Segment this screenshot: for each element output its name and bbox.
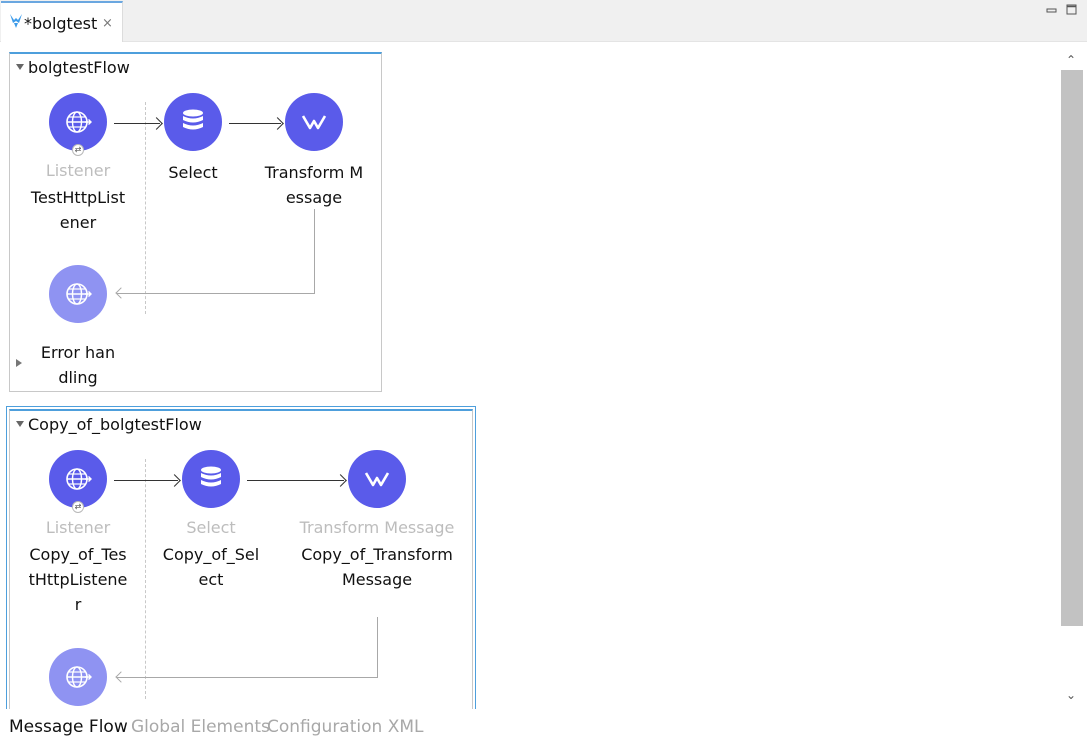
component-name-label: Copy_of_Transform Message [301,545,453,589]
message-flow-canvas[interactable]: bolgtestFlow ⇄ Listener TestHttpListener [0,43,1058,709]
tab-global-elements[interactable]: Global Elements [131,717,270,737]
flow-arrow [114,480,178,481]
source-divider [145,459,146,699]
scrollbar-thumb[interactable] [1061,70,1083,626]
flow-title: bolgtestFlow [28,58,130,77]
database-icon [201,466,221,487]
editor-tab-bolgtest[interactable]: *bolgtest × [1,1,123,42]
select-component[interactable] [182,450,240,508]
component-type-label: Select [186,518,236,537]
component-name-label: Transform Message [264,163,364,207]
component-type-label: Listener [45,161,111,180]
component-name-label: Select [168,163,218,182]
collapse-flow-icon[interactable] [16,421,24,427]
sync-badge-icon: ⇄ [72,501,84,513]
component-name-label: TestHttpListener [30,188,126,232]
maximize-icon[interactable] [1066,4,1078,16]
component-type-label: Listener [45,518,111,537]
tab-message-flow[interactable]: Message Flow [9,717,128,737]
flow-bolgtestFlow[interactable]: bolgtestFlow ⇄ Listener TestHttpListener [9,52,382,392]
expand-error-handling-icon[interactable] [16,359,22,367]
editor-tab-bar: *bolgtest × [0,0,1087,42]
flow-arrow [229,123,281,124]
response-arrow [117,293,315,294]
response-connector [377,617,378,677]
flow-Copy_of_bolgtestFlow[interactable]: Copy_of_bolgtestFlow ⇄ Listener Copy_of_… [6,406,476,709]
select-component[interactable] [164,93,222,151]
editor-bottom-tabs: Message Flow Global Elements Configurati… [0,709,1087,749]
minimize-icon[interactable] [1046,4,1058,16]
flow-title: Copy_of_bolgtestFlow [28,415,202,434]
globe-icon [66,283,92,305]
mule-icon [9,13,23,33]
globe-icon [66,111,92,133]
component-name-label: Copy_of_TestHttpListener [28,545,128,614]
response-connector [314,209,315,293]
collapse-flow-icon[interactable] [16,64,24,70]
sync-badge-icon: ⇄ [72,144,84,156]
response-arrow [117,677,378,678]
scroll-up-icon[interactable]: ⌃ [1066,53,1076,67]
component-type-label: Transform Message [299,518,455,537]
globe-icon [66,666,92,688]
globe-icon [66,468,92,490]
listener-response-component[interactable] [49,648,107,706]
transform-icon [301,115,327,130]
flow-arrow [247,480,344,481]
listener-response-component[interactable] [49,265,107,323]
error-handling-label[interactable]: Error handling [38,340,118,390]
component-name-label: Copy_of_Select [162,545,260,589]
listener-component[interactable] [49,93,107,151]
listener-component[interactable] [49,450,107,508]
database-icon [183,109,203,130]
editor-tab-title: *bolgtest [24,14,98,33]
scroll-down-icon[interactable]: ⌄ [1066,688,1076,702]
transform-message-component[interactable] [348,450,406,508]
flow-arrow [114,123,160,124]
transform-icon [364,472,390,487]
source-divider [145,102,146,314]
close-icon[interactable]: × [102,16,113,32]
transform-message-component[interactable] [285,93,343,151]
tab-configuration-xml[interactable]: Configuration XML [267,717,423,737]
